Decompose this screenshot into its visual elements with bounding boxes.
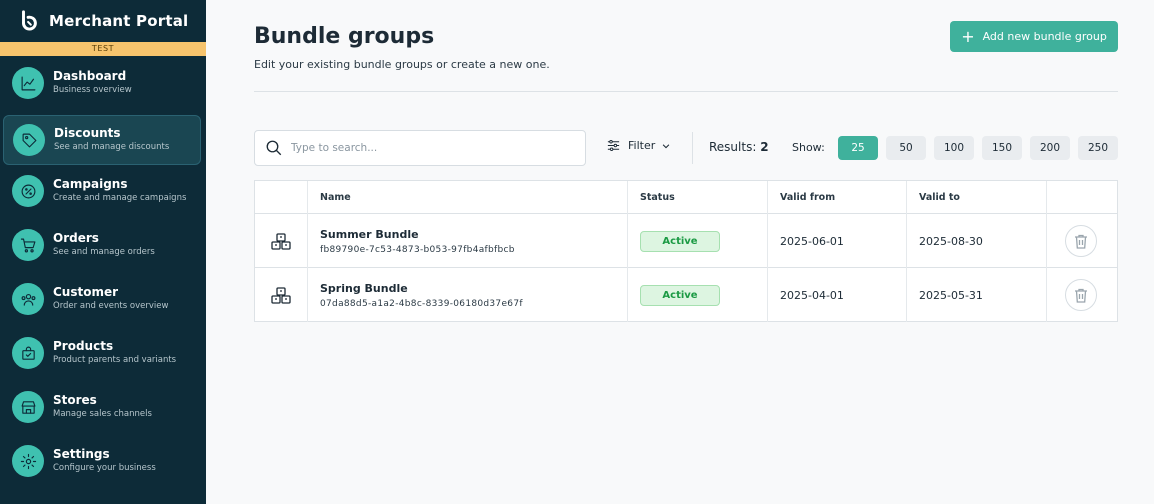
sidebar-item-description: See and manage orders (53, 247, 155, 258)
percent-icon (12, 175, 44, 207)
valid-to-cell: 2025-08-30 (906, 214, 1046, 268)
valid-to-cell: 2025-05-31 (906, 268, 1046, 322)
bundle-name[interactable]: Spring Bundle (320, 282, 523, 295)
sidebar-item-description: Configure your business (53, 463, 156, 474)
sidebar-item-label: Dashboard (53, 69, 127, 84)
sidebar-item-description: Business overview (53, 85, 132, 96)
page-size-150[interactable]: 150 (982, 136, 1022, 160)
bundle-icon (271, 233, 291, 251)
sidebar-item-description: Manage sales channels (53, 409, 152, 420)
filter-label: Filter (628, 139, 656, 152)
name-cell: Summer Bundle fb89790e-7c53-4873-b053-97… (307, 214, 627, 268)
sidebar-item-orders[interactable]: Orders See and manage orders (3, 220, 201, 270)
table-row[interactable]: Spring Bundle 07da88d5-a1a2-4b8c-8339-06… (255, 268, 1117, 322)
table-row[interactable]: Summer Bundle fb89790e-7c53-4873-b053-97… (255, 214, 1117, 268)
filter-button[interactable]: Filter (606, 138, 671, 153)
add-bundle-group-button[interactable]: + Add new bundle group (950, 21, 1118, 52)
page-size-250[interactable]: 250 (1078, 136, 1118, 160)
results-label: Results: (709, 140, 757, 154)
bundle-name[interactable]: Summer Bundle (320, 228, 515, 241)
status-cell: Active (627, 268, 767, 322)
bundle-groups-table: Name Status Valid from Valid to Summer B… (254, 180, 1118, 322)
bundle-icon (271, 287, 291, 305)
sidebar-item-label: Campaigns (53, 177, 128, 192)
sidebar-item-products[interactable]: Products Product parents and variants (3, 328, 201, 378)
trash-icon (1075, 288, 1087, 303)
status-badge: Active (640, 284, 720, 306)
toolbar-divider (692, 132, 693, 164)
chevron-down-icon (662, 143, 670, 148)
plus-icon: + (961, 26, 975, 46)
status-badge: Active (640, 230, 720, 252)
page-size-25[interactable]: 25 (838, 136, 878, 160)
sidebar-item-label: Products (53, 339, 114, 354)
column-header-name[interactable]: Name (307, 181, 627, 214)
status-cell: Active (627, 214, 767, 268)
column-header-valid-to[interactable]: Valid to (906, 181, 1046, 214)
show-label: Show: (792, 141, 825, 154)
sidebar-item-label: Customer (53, 285, 119, 300)
chart-icon (12, 67, 44, 99)
sliders-icon (607, 140, 620, 151)
sidebar: Merchant Portal TEST Dashboard Business … (0, 0, 206, 504)
environment-badge: TEST (0, 42, 206, 56)
sidebar-item-label: Orders (53, 231, 99, 246)
column-header-actions (1046, 181, 1117, 214)
gear-icon (12, 445, 44, 477)
search-icon (266, 140, 282, 156)
trash-icon (1075, 234, 1087, 249)
sidebar-item-description: Order and events overview (53, 301, 169, 312)
sidebar-item-settings[interactable]: Settings Configure your business (3, 436, 201, 486)
sidebar-item-description: See and manage discounts (54, 142, 170, 153)
results-count: Results: 2 (709, 140, 769, 154)
page-size-50[interactable]: 50 (886, 136, 926, 160)
app-title: Merchant Portal (49, 12, 189, 30)
users-icon (12, 283, 44, 315)
name-cell: Spring Bundle 07da88d5-a1a2-4b8c-8339-06… (307, 268, 627, 322)
page-subtitle: Edit your existing bundle groups or crea… (254, 58, 550, 71)
add-button-label: Add new bundle group (982, 30, 1107, 43)
table-header: Name Status Valid from Valid to (255, 181, 1117, 214)
sidebar-item-label: Settings (53, 447, 110, 462)
sidebar-item-discounts[interactable]: Discounts See and manage discounts (3, 115, 201, 165)
header-divider (254, 91, 1118, 92)
sidebar-item-description: Create and manage campaigns (53, 193, 187, 204)
store-icon (12, 391, 44, 423)
sidebar-item-campaigns[interactable]: Campaigns Create and manage campaigns (3, 166, 201, 216)
brand-logo-icon (22, 10, 37, 31)
page-title: Bundle groups (254, 24, 435, 49)
sidebar-item-stores[interactable]: Stores Manage sales channels (3, 382, 201, 432)
sidebar-item-dashboard[interactable]: Dashboard Business overview (3, 58, 201, 108)
page-size-200[interactable]: 200 (1030, 136, 1070, 160)
search-input[interactable] (291, 142, 571, 154)
search-box[interactable] (254, 130, 586, 166)
sidebar-item-label: Discounts (54, 126, 121, 141)
bundle-id: 07da88d5-a1a2-4b8c-8339-06180d37e67f (320, 298, 523, 309)
bag-icon (12, 337, 44, 369)
delete-button[interactable] (1065, 225, 1097, 257)
sidebar-item-customer[interactable]: Customer Order and events overview (3, 274, 201, 324)
valid-from-cell: 2025-06-01 (767, 214, 906, 268)
valid-from-cell: 2025-04-01 (767, 268, 906, 322)
cart-icon (12, 229, 44, 261)
column-header-status[interactable]: Status (627, 181, 767, 214)
actions-cell (1046, 268, 1117, 322)
results-value: 2 (760, 140, 769, 154)
brand[interactable]: Merchant Portal (0, 0, 206, 42)
page-size-100[interactable]: 100 (934, 136, 974, 160)
tag-icon (13, 124, 45, 156)
delete-button[interactable] (1065, 279, 1097, 311)
column-header-valid-from[interactable]: Valid from (767, 181, 906, 214)
sidebar-item-description: Product parents and variants (53, 355, 177, 366)
bundle-id: fb89790e-7c53-4873-b053-97fb4afbfbcb (320, 244, 515, 255)
actions-cell (1046, 214, 1117, 268)
column-header-icon (255, 181, 307, 214)
sidebar-item-label: Stores (53, 393, 97, 408)
